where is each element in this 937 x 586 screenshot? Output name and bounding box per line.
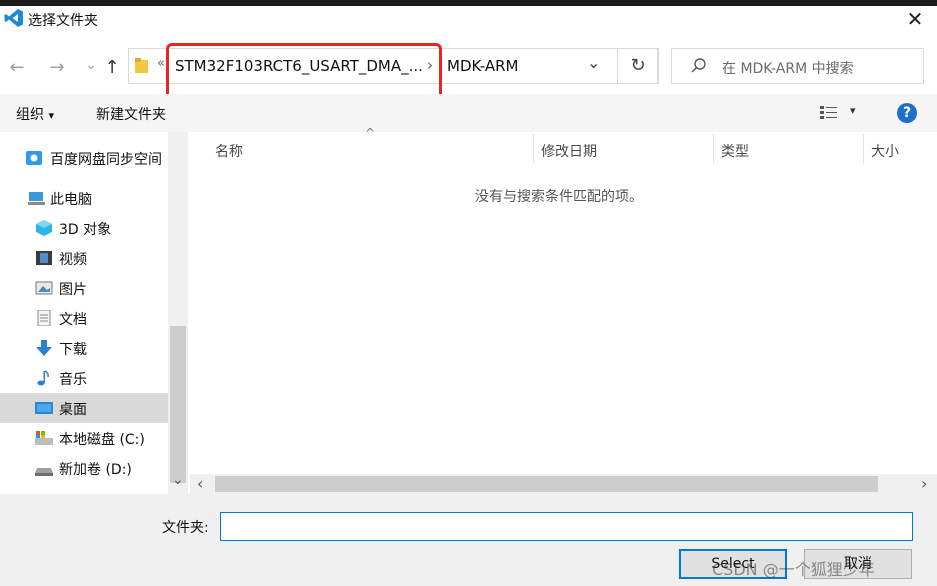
sidebar-item-3d-objects[interactable]: 3D 对象 — [0, 213, 168, 243]
help-button[interactable]: ? — [897, 103, 917, 123]
vscode-icon — [4, 9, 23, 27]
sidebar-item-pictures[interactable]: 图片 — [0, 273, 168, 303]
organize-dropdown-icon: ▾ — [48, 109, 54, 122]
organize-button[interactable]: 组织 ▾ — [16, 104, 54, 124]
up-button[interactable]: ↑ — [99, 55, 125, 81]
new-folder-button[interactable]: 新建文件夹 — [96, 104, 166, 124]
pictures-icon — [35, 281, 53, 295]
forward-button[interactable]: → — [44, 55, 70, 81]
refresh-button[interactable]: ↻ — [617, 48, 659, 84]
close-button[interactable]: ✕ — [902, 6, 928, 32]
empty-results-message: 没有与搜索条件匹配的项。 — [475, 189, 643, 205]
sidebar-item-label: 文档 — [59, 312, 87, 328]
sidebar-item-label: 下载 — [59, 342, 87, 358]
documents-icon — [37, 310, 51, 326]
title-bar — [0, 6, 937, 44]
search-placeholder: 在 MDK-ARM 中搜索 — [722, 61, 854, 77]
sidebar-item-new-volume-d[interactable]: 新加卷 (D:) — [0, 453, 168, 483]
sidebar-item-documents[interactable]: 文档 — [0, 303, 168, 333]
sidebar-item-label: 百度网盘同步空间 — [50, 152, 162, 168]
sidebar-item-this-pc[interactable]: 此电脑 — [0, 183, 168, 213]
sidebar-item-desktop[interactable]: 桌面 — [0, 393, 168, 423]
scroll-right-button[interactable]: › — [921, 474, 927, 493]
sidebar-item-label: 音乐 — [59, 372, 87, 388]
sidebar-item-label: 桌面 — [59, 402, 87, 418]
filelist-scroll-thumb[interactable] — [215, 476, 878, 492]
sidebar-scroll-down-button[interactable]: ⌄ — [172, 472, 184, 488]
search-box[interactable]: 在 MDK-ARM 中搜索 — [671, 48, 924, 84]
computer-icon — [28, 192, 45, 205]
view-options-icon[interactable] — [820, 105, 838, 121]
download-icon — [36, 340, 52, 356]
video-icon — [36, 251, 52, 265]
organize-label: 组织 — [16, 107, 44, 123]
local-disk-icon — [35, 431, 53, 445]
folder-name-input[interactable] — [220, 512, 913, 541]
column-divider[interactable] — [713, 134, 714, 164]
address-dropdown-button[interactable]: ⌄ — [587, 53, 600, 72]
music-icon — [37, 370, 49, 386]
sidebar-item-label: 本地磁盘 (C:) — [59, 432, 145, 448]
sidebar-scroll-thumb[interactable] — [170, 326, 186, 483]
3d-objects-icon — [36, 220, 52, 236]
folder-field-label: 文件夹: — [162, 520, 209, 536]
sidebar-item-label: 此电脑 — [50, 192, 92, 208]
column-divider[interactable] — [533, 134, 534, 164]
column-header-name[interactable]: 名称 — [215, 141, 243, 171]
sidebar-item-label: 视频 — [59, 252, 87, 268]
sidebar-item-music[interactable]: 音乐 — [0, 363, 168, 393]
breadcrumb-segment-mdk-arm[interactable]: MDK-ARM — [447, 57, 518, 75]
back-button[interactable]: ← — [4, 55, 30, 81]
folder-icon — [135, 58, 148, 73]
sidebar-item-baidu-sync[interactable]: 百度网盘同步空间 — [0, 143, 168, 173]
sort-indicator-icon: ^ — [365, 126, 376, 140]
sidebar-item-downloads[interactable]: 下载 — [0, 333, 168, 363]
scroll-left-button[interactable]: ‹ — [197, 474, 203, 493]
drive-icon — [35, 468, 53, 476]
breadcrumb-overflow[interactable]: « — [157, 56, 165, 71]
column-divider[interactable] — [863, 134, 864, 164]
watermark-text: CSDN @一个狐狸少年 — [712, 560, 875, 579]
column-header-type[interactable]: 类型 — [721, 141, 749, 171]
sidebar-item-label: 图片 — [59, 282, 87, 298]
sidebar-item-label: 3D 对象 — [59, 222, 112, 238]
window-title: 选择文件夹 — [28, 13, 98, 29]
sidebar-item-local-disk-c[interactable]: 本地磁盘 (C:) — [0, 423, 168, 453]
column-header-size[interactable]: 大小 — [871, 141, 899, 171]
sidebar-item-label: 新加卷 (D:) — [59, 462, 132, 478]
search-icon — [691, 58, 706, 73]
sidebar-item-videos[interactable]: 视频 — [0, 243, 168, 273]
desktop-icon — [35, 402, 53, 414]
column-header-date-modified[interactable]: 修改日期 — [541, 141, 597, 171]
baidu-sync-icon — [26, 151, 42, 165]
view-dropdown-icon[interactable]: ▾ — [850, 104, 856, 117]
